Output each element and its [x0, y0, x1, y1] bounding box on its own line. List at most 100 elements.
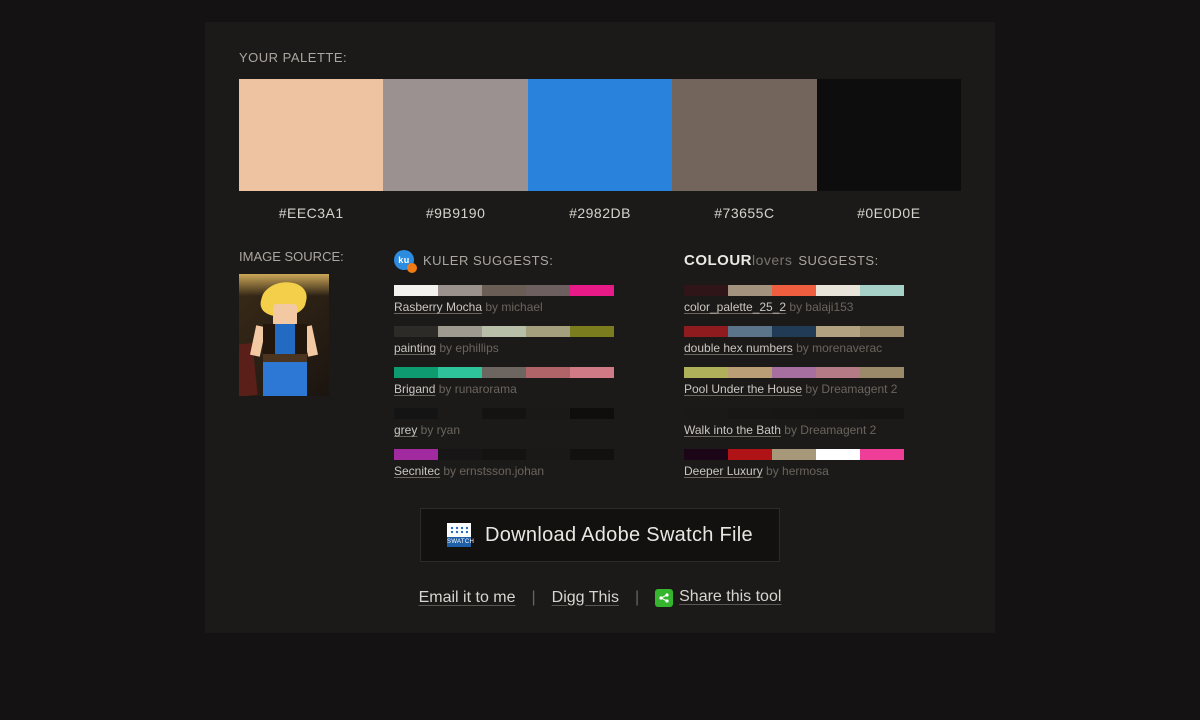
hex-3[interactable]: #2982DB [528, 205, 672, 221]
mini-swatch [816, 449, 860, 460]
kuler-name[interactable]: painting [394, 341, 436, 355]
mini-swatch [772, 326, 816, 337]
mini-swatch [816, 326, 860, 337]
mini-swatch [394, 326, 438, 337]
kuler-name[interactable]: grey [394, 423, 417, 437]
colourlovers-item[interactable]: Walk into the Bath by Dreamagent 2 [684, 408, 974, 437]
mini-swatch [482, 449, 526, 460]
colourlovers-column: COLOURlovers SUGGESTS: color_palette_25_… [684, 249, 974, 490]
mini-swatch [526, 408, 570, 419]
mini-swatch [816, 408, 860, 419]
mini-swatch [860, 285, 904, 296]
source-image[interactable] [239, 274, 329, 396]
mini-swatch [570, 449, 614, 460]
mini-swatch [482, 367, 526, 378]
colourlovers-name[interactable]: Deeper Luxury [684, 464, 763, 478]
colourlovers-item[interactable]: color_palette_25_2 by balaji153 [684, 285, 974, 314]
main-palette-swatches [239, 79, 961, 191]
kuler-item[interactable]: painting by ephillips [394, 326, 684, 355]
swatch-3[interactable] [528, 79, 672, 191]
swatch-5[interactable] [817, 79, 961, 191]
mini-swatch [860, 408, 904, 419]
mini-swatch [570, 367, 614, 378]
kuler-list: Rasberry Mocha by michael painting by eph… [394, 285, 684, 478]
colourlovers-item[interactable]: double hex numbers by morenaverac [684, 326, 974, 355]
colourlovers-name[interactable]: Pool Under the House [684, 382, 802, 396]
digg-link[interactable]: Digg This [552, 589, 619, 607]
mini-swatch [526, 367, 570, 378]
swatch-1[interactable] [239, 79, 383, 191]
mini-swatch [394, 367, 438, 378]
mini-swatch [684, 367, 728, 378]
kuler-item[interactable]: Secnitec by ernstsson.johan [394, 449, 684, 478]
share-link[interactable]: Share this tool [655, 588, 781, 607]
kuler-author: by michael [482, 300, 543, 314]
kuler-heading: ku KULER SUGGESTS: [394, 249, 684, 271]
footer-links: Email it to me | Digg This | Share this … [239, 588, 961, 607]
mini-swatch [860, 367, 904, 378]
hex-1[interactable]: #EEC3A1 [239, 205, 383, 221]
mini-swatch [684, 408, 728, 419]
mini-swatch [772, 449, 816, 460]
mini-swatch [728, 285, 772, 296]
colourlovers-name[interactable]: color_palette_25_2 [684, 300, 786, 314]
download-label: Download Adobe Swatch File [485, 524, 753, 547]
kuler-name[interactable]: Secnitec [394, 464, 440, 478]
kuler-caption: Brigand by runarorama [394, 382, 684, 396]
mini-swatch [482, 326, 526, 337]
separator: | [635, 589, 639, 607]
mini-swatch [394, 449, 438, 460]
kuler-column: ku KULER SUGGESTS: Rasberry Mocha by mic… [394, 249, 684, 490]
mini-swatch [570, 408, 614, 419]
kuler-icon: ku [394, 250, 414, 270]
hex-5[interactable]: #0E0D0E [817, 205, 961, 221]
colourlovers-caption: Pool Under the House by Dreamagent 2 [684, 382, 974, 396]
colourlovers-caption: double hex numbers by morenaverac [684, 341, 974, 355]
kuler-caption: Secnitec by ernstsson.johan [394, 464, 684, 478]
mini-swatch [684, 449, 728, 460]
swatch-file-icon: SWATCH [447, 523, 471, 547]
mini-swatch [728, 408, 772, 419]
swatch-4[interactable] [672, 79, 816, 191]
download-swatch-button[interactable]: SWATCH Download Adobe Swatch File [420, 508, 780, 562]
hex-4[interactable]: #73655C [672, 205, 816, 221]
mini-swatch [394, 408, 438, 419]
kuler-item[interactable]: Rasberry Mocha by michael [394, 285, 684, 314]
mini-swatch [860, 449, 904, 460]
colourlovers-name[interactable]: double hex numbers [684, 341, 793, 355]
kuler-caption: Rasberry Mocha by michael [394, 300, 684, 314]
email-link[interactable]: Email it to me [419, 589, 516, 607]
mini-swatch [394, 285, 438, 296]
main-palette-hex: #EEC3A1 #9B9190 #2982DB #73655C #0E0D0E [239, 205, 961, 221]
kuler-heading-text: KULER SUGGESTS: [423, 253, 553, 268]
kuler-name[interactable]: Brigand [394, 382, 435, 396]
colourlovers-name[interactable]: Walk into the Bath [684, 423, 781, 437]
kuler-caption: painting by ephillips [394, 341, 684, 355]
colourlovers-item[interactable]: Pool Under the House by Dreamagent 2 [684, 367, 974, 396]
colourlovers-item[interactable]: Deeper Luxury by hermosa [684, 449, 974, 478]
mini-swatch [438, 367, 482, 378]
mini-swatch [570, 285, 614, 296]
mini-swatch [772, 408, 816, 419]
mini-swatch [438, 449, 482, 460]
kuler-name[interactable]: Rasberry Mocha [394, 300, 482, 314]
kuler-strip [394, 367, 614, 378]
colourlovers-author: by balaji153 [786, 300, 853, 314]
mini-swatch [728, 449, 772, 460]
colourlovers-logo: COLOURlovers [684, 252, 792, 269]
image-source-column: IMAGE SOURCE: [239, 249, 394, 490]
mini-swatch [482, 285, 526, 296]
hex-2[interactable]: #9B9190 [383, 205, 527, 221]
kuler-item[interactable]: grey by ryan [394, 408, 684, 437]
colourlovers-author: by morenaverac [793, 341, 882, 355]
kuler-strip [394, 449, 614, 460]
image-source-heading: IMAGE SOURCE: [239, 249, 394, 264]
your-palette-heading: YOUR PALETTE: [239, 50, 961, 65]
palette-panel: YOUR PALETTE: #EEC3A1 #9B9190 #2982DB #7… [205, 22, 995, 633]
mini-swatch [438, 408, 482, 419]
mini-swatch [482, 408, 526, 419]
colourlovers-strip [684, 285, 904, 296]
mini-swatch [728, 367, 772, 378]
kuler-item[interactable]: Brigand by runarorama [394, 367, 684, 396]
swatch-2[interactable] [383, 79, 527, 191]
